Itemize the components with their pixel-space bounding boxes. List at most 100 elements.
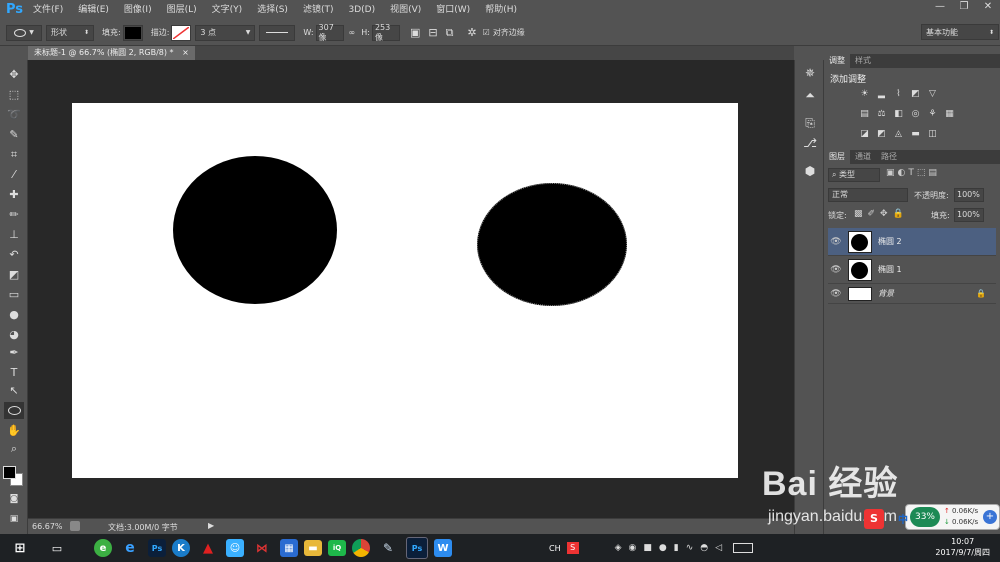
gradient-map-icon[interactable]: ▬ [909, 128, 922, 140]
eyedropper-tool-icon[interactable]: ⁄ [4, 166, 24, 183]
selective-color-icon[interactable]: ◫ [926, 128, 939, 140]
align-edges-checkbox[interactable]: ☑ [483, 28, 490, 37]
color-lookup-icon[interactable]: ▦ [943, 108, 956, 120]
screen-mode-icon[interactable]: ▣ [4, 510, 24, 527]
crop-tool-icon[interactable]: ⌗ [4, 146, 24, 163]
link-icon[interactable]: ∞ [349, 28, 356, 37]
visibility-eye-icon[interactable]: 👁 [828, 289, 844, 299]
acrobat-icon[interactable]: ▲ [196, 537, 220, 559]
tab-adjustments[interactable]: 调整 [824, 54, 850, 68]
stroke-swatch[interactable] [171, 24, 192, 41]
ellipse-2-shape[interactable] [477, 183, 627, 306]
wps-icon[interactable]: W [434, 539, 452, 557]
document-tab[interactable]: 未标题-1 @ 66.7% (椭圆 2, RGB/8) * × [28, 46, 195, 60]
flow-app-icon[interactable]: ⋈ [250, 537, 274, 559]
photoshop-taskbar-icon[interactable]: Ps [148, 539, 166, 557]
invert-icon[interactable]: ◪ [858, 128, 871, 140]
levels-icon[interactable]: ▂ [875, 88, 888, 100]
black-white-icon[interactable]: ◧ [892, 108, 905, 120]
history-panel-icon[interactable]: ✵ [801, 66, 819, 82]
lasso-tool-icon[interactable]: ➰ [4, 106, 24, 123]
blend-mode-select[interactable]: 正常 [828, 188, 908, 202]
zoom-level[interactable]: 66.67% [32, 522, 63, 531]
dodge-tool-icon[interactable]: ◕ [4, 326, 24, 343]
zoom-tool-icon[interactable]: ⌕ [4, 440, 24, 457]
system-tray-icons[interactable]: ◈◉■●▮∿◓◁ [615, 543, 729, 553]
layer-row[interactable]: 👁 椭圆 1 [828, 256, 996, 284]
clone-stamp-tool-icon[interactable]: ⊥ [4, 226, 24, 243]
healing-brush-tool-icon[interactable]: ✚ [4, 186, 24, 203]
document-canvas[interactable] [72, 103, 738, 478]
brush-tool-icon[interactable]: ✏ [4, 206, 24, 223]
sogou-tray-icon[interactable]: S [566, 542, 579, 554]
menu-window[interactable]: 窗口(W) [429, 0, 478, 20]
tab-styles[interactable]: 样式 [850, 54, 876, 68]
stroke-type-select[interactable] [259, 24, 296, 41]
exposure-icon[interactable]: ◩ [909, 88, 922, 100]
file-explorer-icon[interactable]: ▬ [304, 540, 322, 556]
chevron-right-icon[interactable]: ▶ [208, 521, 214, 530]
memory-percent[interactable]: 33% [910, 507, 940, 527]
keyboard-icon[interactable] [733, 543, 754, 553]
menu-image[interactable]: 图像(I) [117, 0, 160, 20]
threshold-icon[interactable]: ◬ [892, 128, 905, 140]
layer-filter-icons[interactable]: ▣◐T⬚▤ [886, 168, 940, 178]
visibility-eye-icon[interactable]: 👁 [828, 237, 844, 247]
ime-indicator[interactable]: CH [549, 544, 561, 553]
layer-row[interactable]: 👁 背景 🔒 [828, 284, 996, 304]
path-alignment-icon[interactable]: ⊟ [428, 26, 437, 39]
photo-filter-icon[interactable]: ◎ [909, 108, 922, 120]
history-brush-tool-icon[interactable]: ↶ [4, 246, 24, 263]
properties-panel-icon[interactable]: ⎘ [801, 116, 819, 132]
visibility-eye-icon[interactable]: 👁 [828, 265, 844, 275]
layer-filter-select[interactable]: ⌕ 类型 [828, 168, 880, 182]
foreground-color-swatch[interactable] [3, 466, 16, 479]
brightness-icon[interactable]: ☀ [858, 88, 871, 100]
blur-tool-icon[interactable]: ● [4, 306, 24, 323]
curves-icon[interactable]: ⌇ [892, 88, 905, 100]
posterize-icon[interactable]: ◩ [875, 128, 888, 140]
add-icon[interactable]: + [983, 510, 997, 524]
hue-saturation-icon[interactable]: ▤ [858, 108, 871, 120]
internet-explorer-icon[interactable]: e [118, 537, 142, 559]
quick-select-tool-icon[interactable]: ✎ [4, 126, 24, 143]
video-editor-icon[interactable]: ▦ [280, 539, 298, 557]
path-selection-tool-icon[interactable]: ↖ [4, 382, 24, 399]
height-field[interactable]: 253 像 [371, 23, 400, 42]
tab-paths[interactable]: 路径 [876, 150, 902, 164]
fill-swatch[interactable] [122, 24, 143, 41]
gear-icon[interactable]: ✲ [467, 26, 476, 39]
lock-icons[interactable]: ▩✐✥🔒 [854, 209, 909, 219]
task-view-icon[interactable]: ▭ [45, 537, 69, 559]
layer-row[interactable]: 👁 椭圆 2 [828, 228, 996, 256]
tab-channels[interactable]: 通道 [850, 150, 876, 164]
fill-field[interactable]: 100% [954, 208, 984, 222]
quick-mask-icon[interactable]: ◙ [4, 490, 24, 507]
menu-file[interactable]: 文件(F) [26, 0, 71, 20]
taskbar-clock[interactable]: 10:07 2017/9/7/周四 [935, 536, 990, 558]
menu-filter[interactable]: 滤镜(T) [296, 0, 342, 20]
gradient-tool-icon[interactable]: ▭ [4, 286, 24, 303]
pen-tool-icon[interactable]: ✒ [4, 344, 24, 361]
width-field[interactable]: 307 像 [315, 23, 344, 42]
restore-button[interactable]: ❐ [952, 0, 976, 14]
channel-mixer-icon[interactable]: ⚘ [926, 108, 939, 120]
marquee-tool-icon[interactable]: ⬚ [4, 86, 24, 103]
stroke-size-field[interactable]: 3 点 ▼ [195, 24, 256, 41]
color-balance-icon[interactable]: ⚖ [875, 108, 888, 120]
photoshop-active-icon[interactable]: Ps [406, 537, 428, 559]
menu-type[interactable]: 文字(Y) [205, 0, 251, 20]
opacity-field[interactable]: 100% [954, 188, 984, 202]
histogram-panel-icon[interactable]: ⏶ [801, 88, 819, 104]
close-tab-icon[interactable]: × [182, 48, 189, 57]
share-icon[interactable] [70, 521, 80, 531]
menu-edit[interactable]: 编辑(E) [71, 0, 117, 20]
chrome-icon[interactable] [352, 539, 370, 557]
path-arrangement-icon[interactable]: ⧉ [446, 26, 454, 40]
menu-view[interactable]: 视图(V) [383, 0, 429, 20]
qq-icon[interactable]: ☺ [226, 539, 244, 557]
menu-select[interactable]: 选择(S) [250, 0, 296, 20]
sogou-icon[interactable]: S [864, 509, 884, 529]
ellipse-tool-preset[interactable]: ▼ [6, 24, 42, 41]
type-tool-icon[interactable]: T [4, 364, 24, 381]
